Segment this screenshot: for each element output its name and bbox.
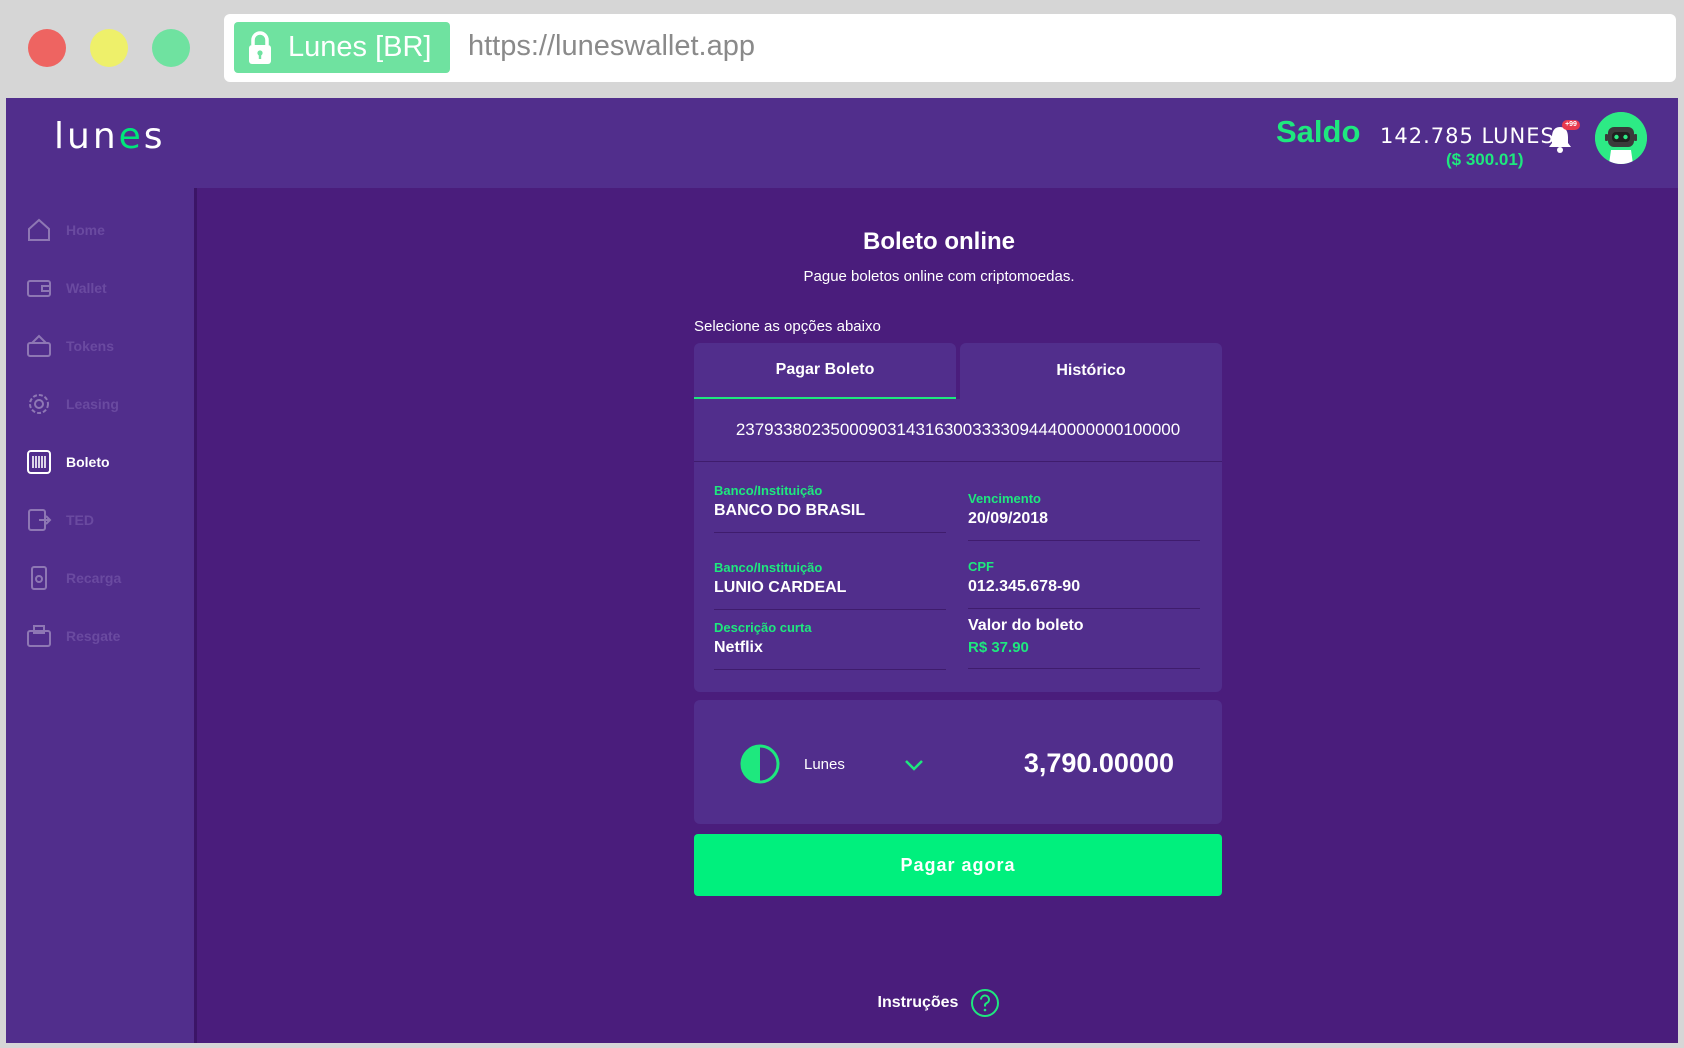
logo-text-suffix: s xyxy=(143,116,166,157)
robot-avatar-icon xyxy=(1595,112,1647,164)
description-field: Descrição curta Netflix xyxy=(714,620,946,670)
boleto-tabs: Pagar Boleto Histórico xyxy=(694,343,1222,399)
logo-text-accent: e xyxy=(118,116,144,157)
page-subtitle: Pague boletos online com criptomoedas. xyxy=(803,268,1075,285)
due-date-value: 20/09/2018 xyxy=(968,510,1200,541)
minimize-window-button[interactable] xyxy=(90,29,128,67)
saldo-label: Saldo xyxy=(1276,114,1361,149)
description-label: Descrição curta xyxy=(714,620,812,635)
sidebar-item-label: Resgate xyxy=(66,628,121,644)
instructions-label[interactable]: Instruções xyxy=(878,994,959,1012)
tokens-icon xyxy=(27,334,51,357)
select-options-label: Selecione as opções abaixo xyxy=(694,318,881,335)
sidebar-item-resgate[interactable]: Resgate xyxy=(26,621,196,651)
top-bar: lunes Saldo 142.785 LUNES ($ 300.01) +99 xyxy=(6,98,1678,188)
payee-value: LUNIO CARDEAL xyxy=(714,579,946,610)
lunes-logo[interactable]: lunes xyxy=(54,116,166,157)
wallet-icon xyxy=(27,280,51,297)
due-date-field: Vencimento 20/09/2018 xyxy=(968,491,1200,541)
boleto-amount-value: R$ 37.90 xyxy=(968,639,1200,669)
barcode-icon xyxy=(27,450,51,474)
maximize-window-button[interactable] xyxy=(152,29,190,67)
sidebar-item-label: Recarga xyxy=(66,570,122,586)
balance-usd: ($ 300.01) xyxy=(1446,150,1524,169)
sidebar-item-boleto[interactable]: Boleto xyxy=(26,447,196,477)
logo-text-prefix: lun xyxy=(54,116,119,157)
chevron-down-icon[interactable] xyxy=(904,758,924,772)
due-date-label: Vencimento xyxy=(968,491,1041,506)
lock-icon xyxy=(249,31,271,64)
close-window-button[interactable] xyxy=(28,29,66,67)
sidebar-item-label: TED xyxy=(66,512,94,528)
user-avatar[interactable] xyxy=(1595,112,1647,164)
boleto-amount-label: Valor do boleto xyxy=(968,617,1084,634)
leasing-icon xyxy=(29,394,49,414)
ted-icon xyxy=(28,509,52,531)
bank-label: Banco/Instituição xyxy=(714,483,823,498)
sidebar-item-label: Home xyxy=(66,222,105,238)
sidebar-item-recarga[interactable]: Recarga xyxy=(26,563,196,593)
balance-lunes: 142.785 LUNES xyxy=(1380,124,1555,148)
instructions-link[interactable]: Instruções xyxy=(200,988,1678,1018)
app-window: lunes Saldo 142.785 LUNES ($ 300.01) +99 xyxy=(6,98,1678,1043)
sidebar-item-tokens[interactable]: Tokens xyxy=(26,331,196,361)
sidebar-item-ted[interactable]: TED xyxy=(26,505,196,535)
sidebar-item-home[interactable]: Home xyxy=(26,215,196,245)
browser-chrome: Lunes [BR] https://luneswallet.app xyxy=(0,0,1684,98)
coin-name[interactable]: Lunes xyxy=(804,756,845,773)
amount-field: Valor do boleto R$ 37.90 xyxy=(968,617,1200,669)
sidebar-item-leasing[interactable]: Leasing xyxy=(26,389,196,419)
sidebar-item-label: Wallet xyxy=(66,280,107,296)
boleto-details-card: 2379338023500090314316300333309444000000… xyxy=(694,399,1222,692)
payee-field: Banco/Instituição LUNIO CARDEAL xyxy=(714,560,946,610)
redeem-icon xyxy=(27,625,51,647)
coin-selector-card: Lunes 3,790.00000 xyxy=(694,700,1222,824)
help-question-icon[interactable] xyxy=(970,988,1000,1018)
barcode-input[interactable]: 2379338023500090314316300333309444000000… xyxy=(694,399,1222,462)
url-text[interactable]: https://luneswallet.app xyxy=(468,30,755,63)
bank-value: BANCO DO BRASIL xyxy=(714,502,946,533)
description-value: Netflix xyxy=(714,639,946,670)
tab-historico[interactable]: Histórico xyxy=(960,343,1222,399)
sidebar-item-label: Leasing xyxy=(66,396,119,412)
sidebar-item-label: Tokens xyxy=(66,338,114,354)
notification-count-badge: +99 xyxy=(1562,120,1580,130)
lunes-coin-icon xyxy=(740,744,780,784)
sidebar: Home Wallet Tokens Leasing Boleto TED Re… xyxy=(6,188,197,1043)
recharge-icon xyxy=(31,566,47,590)
site-label: Lunes [BR] xyxy=(288,31,432,63)
site-identity-badge[interactable]: Lunes [BR] xyxy=(234,22,450,73)
payee-label: Banco/Instituição xyxy=(714,560,823,575)
coin-amount: 3,790.00000 xyxy=(1023,748,1174,778)
cpf-value: 012.345.678-90 xyxy=(968,578,1200,609)
cpf-field: CPF 012.345.678-90 xyxy=(968,559,1200,609)
sidebar-item-label: Boleto xyxy=(66,454,110,470)
home-icon xyxy=(28,218,50,241)
bank-field: Banco/Instituição BANCO DO BRASIL xyxy=(714,483,946,533)
main-content: Boleto online Pague boletos online com c… xyxy=(200,188,1678,1043)
sidebar-item-wallet[interactable]: Wallet xyxy=(26,273,196,303)
page-title: Boleto online xyxy=(863,228,1015,255)
cpf-label: CPF xyxy=(968,559,994,574)
pay-now-button[interactable]: Pagar agora xyxy=(694,834,1222,896)
tab-pagar-boleto[interactable]: Pagar Boleto xyxy=(694,343,956,399)
address-bar[interactable]: Lunes [BR] https://luneswallet.app xyxy=(224,14,1676,82)
